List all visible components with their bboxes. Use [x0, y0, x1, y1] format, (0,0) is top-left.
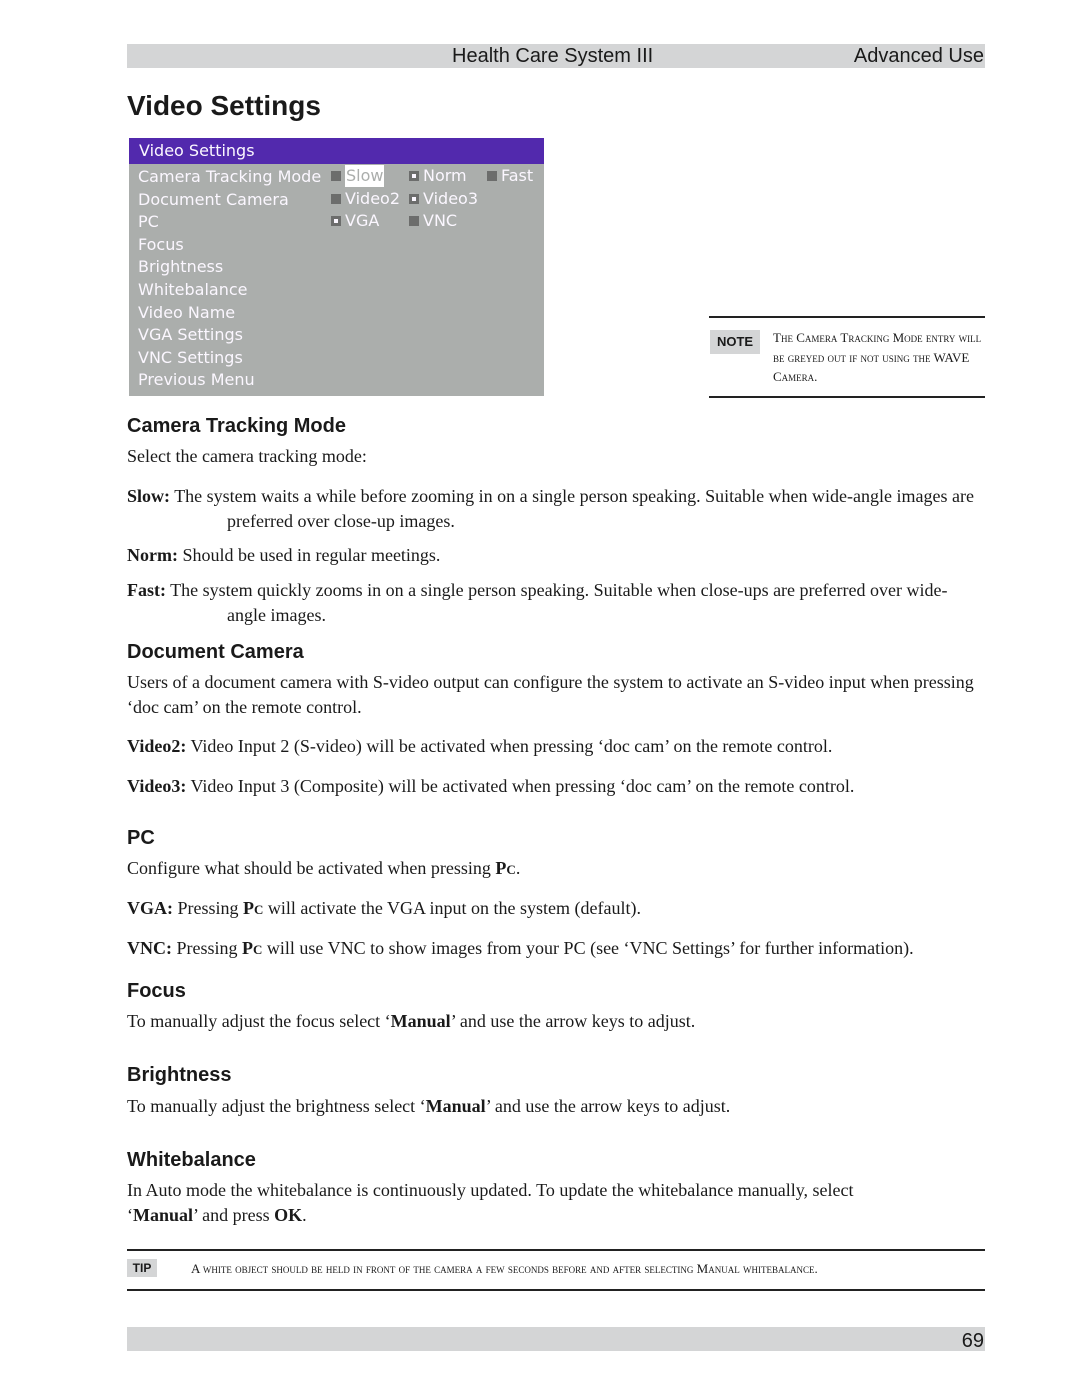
page-title: Video Settings [127, 90, 321, 121]
definition-text: will use VNC to show images from your PC… [262, 938, 914, 958]
pc-intro-text: Configure what should be activated when … [127, 858, 496, 878]
osd-option-vnc[interactable]: VNC [409, 210, 457, 232]
term-video3: Video3: [127, 776, 187, 796]
pc-intro: Configure what should be activated when … [127, 856, 985, 881]
term-vnc: VNC: [127, 938, 172, 958]
header-section: Advanced Use [853, 45, 984, 67]
osd-menu-item-vga-settings[interactable]: VGA Settings [138, 324, 321, 347]
osd-option-label: Slow [345, 165, 385, 187]
radio-unchecked-icon [487, 171, 497, 181]
osd-menu-item-focus[interactable]: Focus [138, 234, 321, 257]
tip-badge: TIP [127, 1259, 157, 1277]
definition-text: Video Input 2 (S-video) will be activate… [186, 736, 833, 756]
osd-option-video3[interactable]: Video3 [409, 188, 478, 210]
pc-key: Pc [495, 858, 516, 878]
osd-menu-item-whitebalance[interactable]: Whitebalance [138, 279, 321, 302]
definition-vga: VGA: Pressing Pc will activate the VGA i… [127, 896, 985, 921]
term-video2: Video2: [127, 736, 187, 756]
focus-text-start: To manually adjust the focus select ‘ [127, 1011, 391, 1031]
radio-checked-icon [409, 194, 419, 204]
document-camera-intro: Users of a document camera with S-video … [127, 672, 974, 717]
osd-option-label: VNC [423, 211, 458, 230]
radio-unchecked-icon [331, 171, 341, 181]
footer-bar [127, 1327, 985, 1351]
osd-menu-item-previous-menu[interactable]: Previous Menu [138, 369, 321, 392]
osd-menu-item-vnc-settings[interactable]: VNC Settings [138, 347, 321, 370]
term-vga: VGA: [127, 898, 173, 918]
whitebalance-manual: Manual [133, 1205, 194, 1225]
tip-text: A white object should be held in front o… [191, 1261, 818, 1276]
definition-slow: Slow: The system waits a while before zo… [127, 484, 985, 534]
osd-option-label: Norm [423, 166, 467, 185]
term-norm: Norm: [127, 545, 178, 565]
radio-unchecked-icon [331, 194, 341, 204]
definition-video3: Video3: Video Input 3 (Composite) will b… [127, 774, 985, 799]
header-title: Health Care System III [452, 45, 654, 67]
pc-key: Pc [242, 938, 263, 958]
definition-vnc: VNC: Pressing Pc will use VNC to show im… [127, 936, 985, 961]
radio-unchecked-icon [409, 216, 419, 226]
definition-norm: Norm: Should be used in regular meetings… [127, 543, 985, 568]
definition-text: The system quickly zooms in on a single … [166, 580, 948, 625]
brightness-text-end: ’ and use the arrow keys to adjust. [485, 1096, 731, 1116]
brightness-text: To manually adjust the brightness select… [127, 1094, 985, 1119]
section-heading-pc: PC [127, 827, 155, 849]
note-text: The Camera Tracking Mode entry will be g… [773, 330, 982, 384]
page-number: 69 [961, 1330, 984, 1352]
osd-option-label: Video3 [423, 189, 479, 208]
osd-menu-item-camera-tracking-mode[interactable]: Camera Tracking Mode [138, 166, 321, 189]
whitebalance-line2: ’ and press [193, 1205, 275, 1225]
section-heading-focus: Focus [127, 980, 186, 1002]
section-heading-camera-tracking-mode: Camera Tracking Mode [127, 415, 346, 437]
section-heading-document-camera: Document Camera [127, 641, 304, 663]
note-badge: NOTE [710, 330, 760, 354]
term-slow: Slow: [127, 486, 171, 506]
osd-option-fast[interactable]: Fast [487, 165, 533, 187]
whitebalance-ok: OK [274, 1205, 303, 1225]
whitebalance-line1: In Auto mode the whitebalance is continu… [127, 1180, 854, 1200]
osd-menu-item-video-name[interactable]: Video Name [138, 302, 321, 325]
focus-manual: Manual [390, 1011, 451, 1031]
osd-option-norm[interactable]: Norm [409, 165, 467, 187]
definition-text: The system waits a while before zooming … [170, 486, 974, 531]
tip-box: TIP A white object should be held in fro… [127, 1249, 985, 1291]
brightness-manual: Manual [425, 1096, 486, 1116]
osd-menu-item-document-camera[interactable]: Document Camera [138, 189, 321, 212]
osd-menu-item-brightness[interactable]: Brightness [138, 256, 321, 279]
definition-text: will activate the VGA input on the syste… [263, 898, 641, 918]
camera-tracking-intro: Select the camera tracking mode: [127, 446, 367, 466]
definition-fast: Fast: The system quickly zooms in on a s… [127, 578, 985, 628]
osd-option-slow[interactable]: Slow [331, 165, 385, 187]
osd-option-label: Fast [501, 166, 534, 185]
section-heading-brightness: Brightness [127, 1064, 232, 1086]
radio-checked-icon [409, 171, 419, 181]
brightness-text-start: To manually adjust the brightness select… [127, 1096, 426, 1116]
osd-menu-list: Camera Tracking Mode Document Camera PC … [138, 166, 321, 392]
osd-option-label: Video2 [345, 189, 401, 208]
definition-text: Video Input 3 (Composite) will be activa… [186, 776, 855, 796]
definition-text: Should be used in regular meetings. [177, 545, 441, 565]
osd-option-vga[interactable]: VGA [331, 210, 379, 232]
period: . [302, 1205, 307, 1225]
osd-menu-item-pc[interactable]: PC [138, 211, 321, 234]
focus-text: To manually adjust the focus select ‘Man… [127, 1009, 985, 1034]
osd-option-video2[interactable]: Video2 [331, 188, 400, 210]
pc-key: Pc [243, 898, 264, 918]
definition-text: Pressing [172, 938, 243, 958]
radio-checked-icon [331, 216, 341, 226]
osd-title: Video Settings [129, 138, 544, 164]
osd-option-label: VGA [345, 211, 380, 230]
whitebalance-text: In Auto mode the whitebalance is continu… [127, 1178, 985, 1228]
focus-text-end: ’ and use the arrow keys to adjust. [450, 1011, 696, 1031]
pc-intro-end: . [515, 858, 521, 878]
definition-text: Pressing [173, 898, 244, 918]
section-heading-whitebalance: Whitebalance [127, 1149, 256, 1171]
note-box: NOTE The Camera Tracking Mode entry will… [709, 316, 985, 398]
term-fast: Fast: [127, 580, 166, 600]
osd-menu-screenshot: Video Settings Camera Tracking Mode Docu… [129, 138, 544, 396]
definition-video2: Video2: Video Input 2 (S-video) will be … [127, 734, 985, 759]
